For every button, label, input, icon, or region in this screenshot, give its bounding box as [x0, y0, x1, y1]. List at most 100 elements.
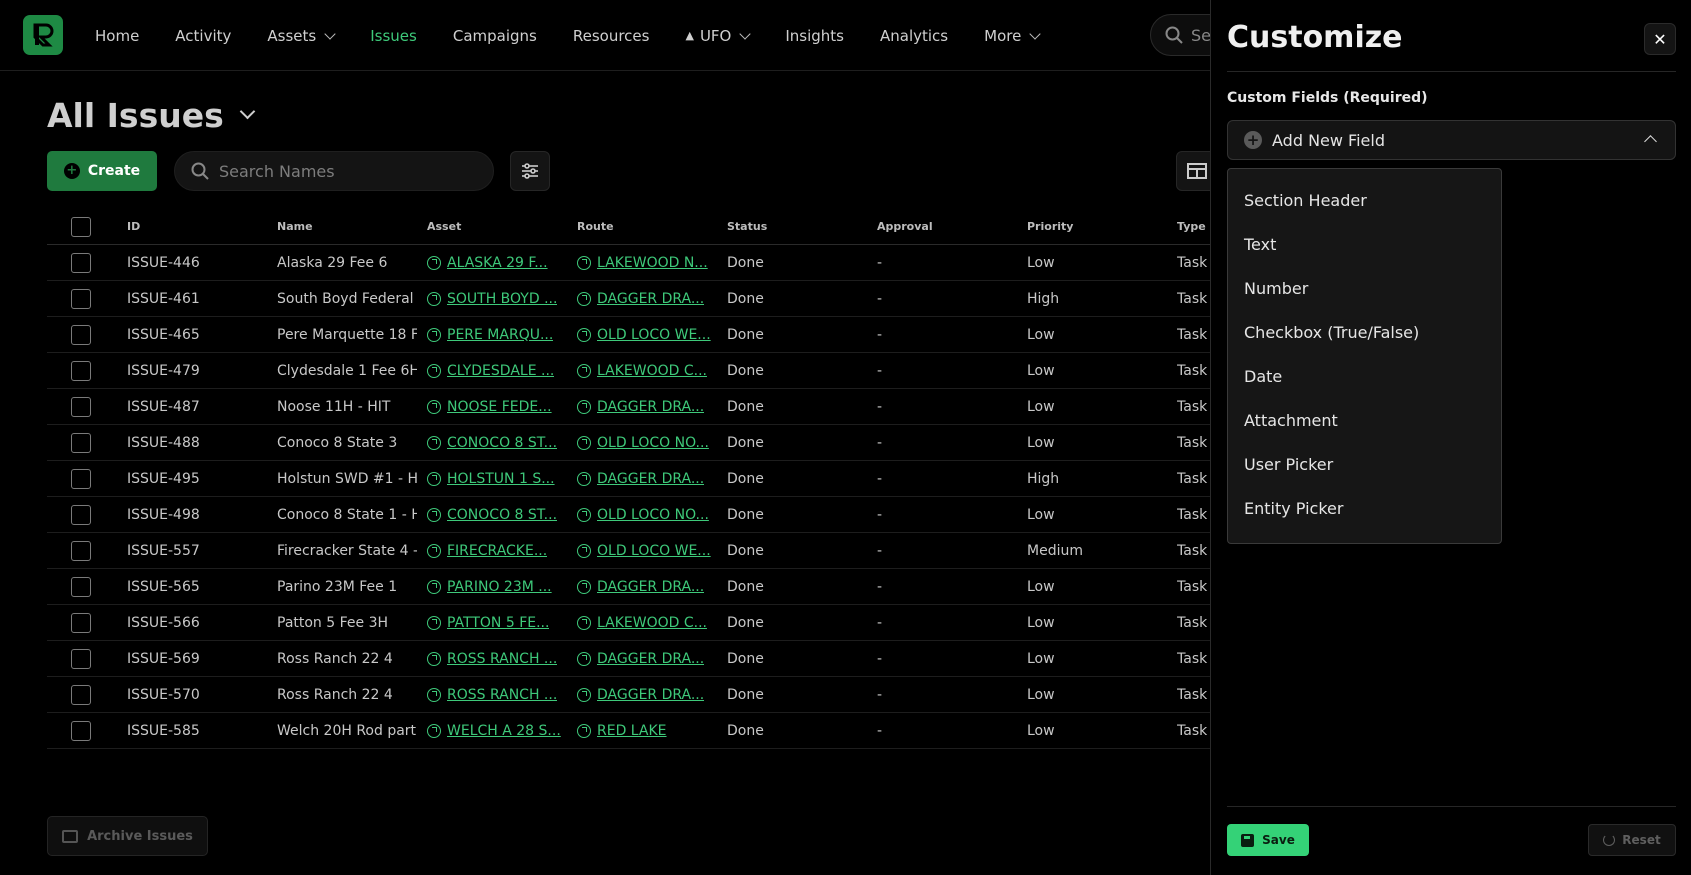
- close-button[interactable]: ✕: [1644, 23, 1676, 55]
- row-checkbox[interactable]: [71, 252, 91, 273]
- nav-item-assets[interactable]: Assets: [267, 27, 336, 45]
- row-checkbox[interactable]: [71, 720, 91, 741]
- asset-link[interactable]: HOLSTUN 1 S...: [427, 471, 555, 487]
- route-link[interactable]: DAGGER DRA...: [577, 399, 704, 415]
- column-header-approval[interactable]: Approval: [877, 209, 1017, 244]
- table-row[interactable]: ISSUE-465 Pere Marquette 18 Fee PERE MARQU…: [47, 317, 1211, 353]
- row-select-cell: [71, 713, 91, 748]
- asset-link[interactable]: CONOCO 8 ST...: [427, 435, 557, 451]
- route-link[interactable]: OLD LOCO NO...: [577, 507, 709, 523]
- row-checkbox[interactable]: [71, 288, 91, 309]
- route-link[interactable]: LAKEWOOD C...: [577, 363, 707, 379]
- asset-link[interactable]: PERE MARQU...: [427, 327, 553, 343]
- asset-link[interactable]: ALASKA 29 F...: [427, 255, 548, 271]
- table-row[interactable]: ISSUE-569 Ross Ranch 22 4 ROSS RANCH ... DA…: [47, 641, 1211, 677]
- nav-item-analytics[interactable]: Analytics: [880, 27, 948, 45]
- table-row[interactable]: ISSUE-487 Noose 11H - HIT NOOSE FEDE... DAG…: [47, 389, 1211, 425]
- column-header-route[interactable]: Route: [577, 209, 717, 244]
- asset-link[interactable]: NOOSE FEDE...: [427, 399, 552, 415]
- route-link[interactable]: LAKEWOOD C...: [577, 615, 707, 631]
- route-link[interactable]: OLD LOCO NO...: [577, 435, 709, 451]
- row-checkbox[interactable]: [71, 648, 91, 669]
- route-link[interactable]: DAGGER DRA...: [577, 579, 704, 595]
- table-row[interactable]: ISSUE-557 Firecracker State 4 - H FIRECRAC…: [47, 533, 1211, 569]
- dropdown-option[interactable]: Section Header: [1228, 178, 1501, 222]
- asset-link[interactable]: ROSS RANCH ...: [427, 651, 557, 667]
- route-link[interactable]: DAGGER DRA...: [577, 687, 704, 703]
- cell-route: OLD LOCO WE...: [577, 317, 717, 352]
- reset-button[interactable]: Reset: [1588, 824, 1676, 856]
- row-checkbox[interactable]: [71, 360, 91, 381]
- table-row[interactable]: ISSUE-479 Clydesdale 1 Fee 6H CLYDESDALE .…: [47, 353, 1211, 389]
- row-checkbox[interactable]: [71, 576, 91, 597]
- column-header-status[interactable]: Status: [727, 209, 867, 244]
- route-link[interactable]: OLD LOCO WE...: [577, 327, 711, 343]
- row-checkbox[interactable]: [71, 468, 91, 489]
- table-row[interactable]: ISSUE-565 Parino 23M Fee 1 PARINO 23M ... D…: [47, 569, 1211, 605]
- cell-priority: Low: [1027, 614, 1055, 631]
- row-checkbox[interactable]: [71, 504, 91, 525]
- nav-item-resources[interactable]: Resources: [573, 27, 650, 45]
- dropdown-option[interactable]: Attachment: [1228, 398, 1501, 442]
- nav-item-home[interactable]: Home: [95, 27, 139, 45]
- table-row[interactable]: ISSUE-498 Conoco 8 State 1 - HIT CONOCO 8 …: [47, 497, 1211, 533]
- asset-link[interactable]: CONOCO 8 ST...: [427, 507, 557, 523]
- table-row[interactable]: ISSUE-570 Ross Ranch 22 4 ROSS RANCH ... DA…: [47, 677, 1211, 713]
- route-link[interactable]: DAGGER DRA...: [577, 651, 704, 667]
- row-checkbox[interactable]: [71, 324, 91, 345]
- column-header-asset[interactable]: Asset: [427, 209, 567, 244]
- route-link[interactable]: DAGGER DRA...: [577, 471, 704, 487]
- row-checkbox[interactable]: [71, 612, 91, 633]
- asset-link[interactable]: PARINO 23M ...: [427, 579, 552, 595]
- page-title[interactable]: All Issues: [47, 96, 256, 135]
- dropdown-option[interactable]: Number: [1228, 266, 1501, 310]
- row-select-cell: [71, 425, 91, 460]
- route-link[interactable]: OLD LOCO WE...: [577, 543, 711, 559]
- table-row[interactable]: ISSUE-585 Welch 20H Rod part WELCH A 28 S.…: [47, 713, 1211, 749]
- nav-item-activity[interactable]: Activity: [175, 27, 231, 45]
- table-row[interactable]: ISSUE-446 Alaska 29 Fee 6 ALASKA 29 F... LA…: [47, 245, 1211, 281]
- column-header-priority[interactable]: Priority: [1027, 209, 1167, 244]
- table-row[interactable]: ISSUE-488 Conoco 8 State 3 CONOCO 8 ST... O…: [47, 425, 1211, 461]
- brand-logo[interactable]: [23, 15, 63, 55]
- create-button[interactable]: + Create: [47, 151, 157, 191]
- external-link-icon: [577, 723, 591, 738]
- row-checkbox[interactable]: [71, 396, 91, 417]
- asset-link[interactable]: CLYDESDALE ...: [427, 363, 554, 379]
- column-header-name[interactable]: Name: [277, 209, 417, 244]
- select-all-checkbox[interactable]: [71, 216, 91, 237]
- table-row[interactable]: ISSUE-566 Patton 5 Fee 3H PATTON 5 FE... LA…: [47, 605, 1211, 641]
- dropdown-option[interactable]: User Picker: [1228, 442, 1501, 486]
- nav-item-issues[interactable]: Issues: [370, 27, 417, 45]
- asset-link[interactable]: FIRECRACKE...: [427, 543, 547, 559]
- filter-button[interactable]: [510, 151, 550, 191]
- search-names-input[interactable]: Search Names: [174, 151, 494, 191]
- row-checkbox[interactable]: [71, 432, 91, 453]
- dropdown-option[interactable]: Checkbox (True/False): [1228, 310, 1501, 354]
- asset-link[interactable]: ROSS RANCH ...: [427, 687, 557, 703]
- route-link[interactable]: LAKEWOOD N...: [577, 255, 708, 271]
- table-row[interactable]: ISSUE-495 Holstun SWD #1 - HIT HOLSTUN 1 S…: [47, 461, 1211, 497]
- save-button[interactable]: Save: [1227, 824, 1309, 856]
- nav-item-insights[interactable]: Insights: [785, 27, 844, 45]
- route-link[interactable]: DAGGER DRA...: [577, 291, 704, 307]
- column-header-id[interactable]: ID: [127, 209, 267, 244]
- row-checkbox[interactable]: [71, 684, 91, 705]
- dropdown-option[interactable]: Entity Picker: [1228, 486, 1501, 530]
- external-link-icon: [427, 579, 441, 594]
- table-row[interactable]: ISSUE-461 South Boyd Federal Co SOUTH BOYD…: [47, 281, 1211, 317]
- dropdown-option[interactable]: Text: [1228, 222, 1501, 266]
- asset-link[interactable]: SOUTH BOYD ...: [427, 291, 557, 307]
- nav-item-campaigns[interactable]: Campaigns: [453, 27, 537, 45]
- dropdown-option[interactable]: Date: [1228, 354, 1501, 398]
- add-new-field-select[interactable]: + Add New Field: [1227, 120, 1676, 160]
- close-icon: ✕: [1653, 29, 1667, 49]
- route-link-text: DAGGER DRA...: [597, 470, 705, 487]
- archive-issues-button[interactable]: Archive Issues: [47, 816, 208, 856]
- asset-link[interactable]: WELCH A 28 S...: [427, 723, 561, 739]
- row-checkbox[interactable]: [71, 540, 91, 561]
- nav-item-more[interactable]: More: [984, 27, 1041, 45]
- nav-item-ufo[interactable]: ▲ UFO: [685, 27, 752, 45]
- route-link[interactable]: RED LAKE: [577, 723, 667, 739]
- asset-link[interactable]: PATTON 5 FE...: [427, 615, 549, 631]
